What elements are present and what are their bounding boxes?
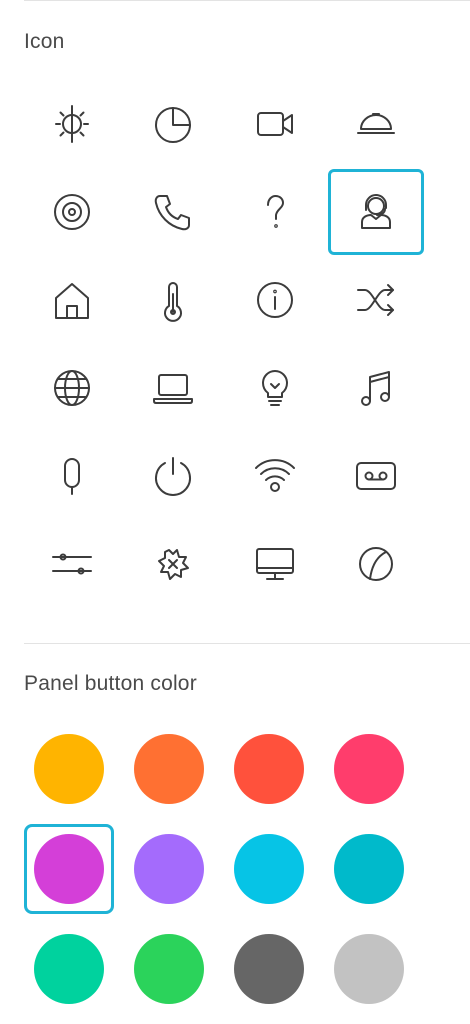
laptop-icon (149, 364, 197, 412)
icon-option-music-note[interactable] (328, 345, 424, 431)
color-option[interactable] (24, 924, 114, 1014)
icon-option-phone[interactable] (125, 169, 221, 255)
icon-option-brightness[interactable] (24, 81, 120, 167)
thermometer-icon (149, 276, 197, 324)
color-option[interactable] (224, 724, 314, 814)
icon-option-concierge-headset[interactable] (327, 169, 424, 255)
color-option[interactable] (324, 824, 414, 914)
info-icon (251, 276, 299, 324)
video-camera-icon (251, 100, 299, 148)
icon-option-power[interactable] (125, 433, 221, 519)
color-option[interactable] (124, 924, 214, 1014)
room-service-bell-icon (352, 100, 400, 148)
color-option[interactable] (324, 924, 414, 1014)
color-swatch (134, 734, 204, 804)
monitor-icon (251, 540, 299, 588)
color-option[interactable] (124, 824, 214, 914)
icon-option-microphone[interactable] (24, 433, 120, 519)
icon-option-ball[interactable] (328, 521, 424, 607)
microphone-icon (48, 452, 96, 500)
color-option[interactable] (124, 724, 214, 814)
color-section-title: Panel button color (24, 672, 197, 695)
lightbulb-icon (251, 364, 299, 412)
color-option[interactable] (324, 724, 414, 814)
brightness-icon (48, 100, 96, 148)
color-swatch (134, 934, 204, 1004)
icon-section-title: Icon (24, 30, 65, 53)
icon-option-help-question[interactable] (227, 169, 323, 255)
color-option[interactable] (224, 824, 314, 914)
icon-option-laptop[interactable] (125, 345, 221, 431)
globe-icon (48, 364, 96, 412)
icon-option-home[interactable] (24, 257, 120, 343)
icon-option-wifi-signal[interactable] (227, 433, 323, 519)
help-question-icon (251, 188, 299, 236)
icon-grid (24, 81, 424, 621)
color-option[interactable] (224, 924, 314, 1014)
target-disc-icon (48, 188, 96, 236)
color-swatch (34, 934, 104, 1004)
color-option[interactable] (24, 824, 114, 914)
section-divider (24, 643, 470, 644)
color-option[interactable] (24, 724, 114, 814)
color-swatch (334, 734, 404, 804)
color-swatch (34, 834, 104, 904)
icon-option-room-service-bell[interactable] (328, 81, 424, 167)
wifi-signal-icon (251, 452, 299, 500)
color-swatch (334, 834, 404, 904)
icon-option-monitor[interactable] (227, 521, 323, 607)
color-swatch (234, 734, 304, 804)
pie-chart-icon (149, 100, 197, 148)
icon-option-thermometer[interactable] (125, 257, 221, 343)
home-icon (48, 276, 96, 324)
icon-option-sliders[interactable] (24, 521, 120, 607)
icon-option-pie-chart[interactable] (125, 81, 221, 167)
icon-option-globe[interactable] (24, 345, 120, 431)
icon-option-lightbulb[interactable] (227, 345, 323, 431)
icon-option-shuffle[interactable] (328, 257, 424, 343)
shuffle-icon (352, 276, 400, 324)
sliders-icon (48, 540, 96, 588)
color-swatch (334, 934, 404, 1004)
color-swatch (234, 934, 304, 1004)
icon-option-snowflake-badge[interactable] (125, 521, 221, 607)
icon-option-video-camera[interactable] (227, 81, 323, 167)
color-swatch (34, 734, 104, 804)
snowflake-badge-icon (149, 540, 197, 588)
ball-icon (352, 540, 400, 588)
power-icon (149, 452, 197, 500)
color-swatch (234, 834, 304, 904)
icon-option-info[interactable] (227, 257, 323, 343)
voicemail-tape-icon (352, 452, 400, 500)
color-swatch (134, 834, 204, 904)
icon-option-voicemail-tape[interactable] (328, 433, 424, 519)
top-divider (24, 0, 470, 1)
music-note-icon (352, 364, 400, 412)
phone-icon (149, 188, 197, 236)
icon-option-target-disc[interactable] (24, 169, 120, 255)
color-grid (24, 724, 424, 1024)
concierge-headset-icon (352, 188, 400, 236)
